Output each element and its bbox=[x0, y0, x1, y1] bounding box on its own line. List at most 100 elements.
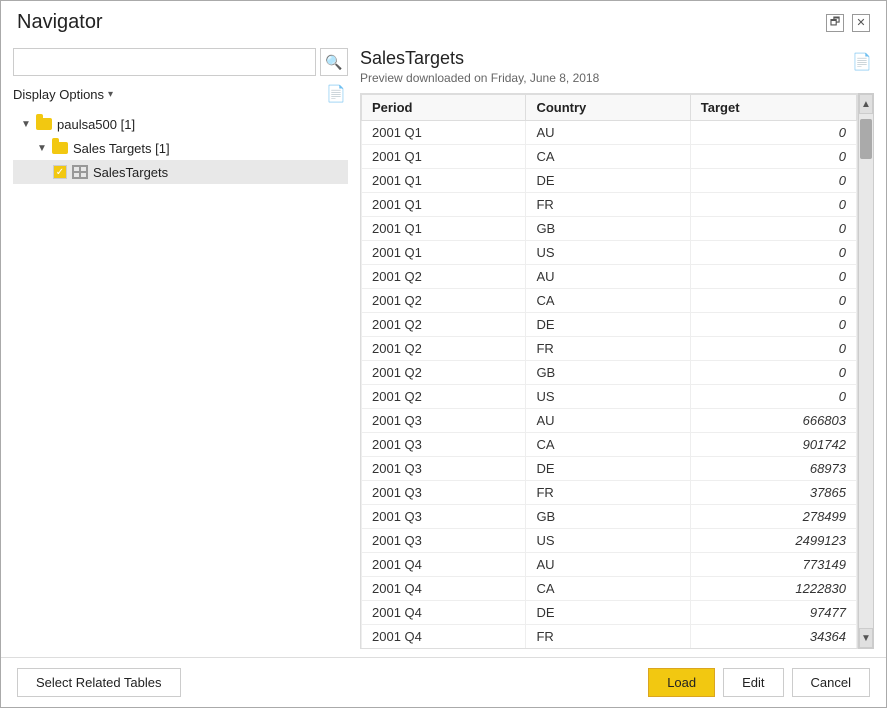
display-options-button[interactable]: Display Options ▾ bbox=[13, 87, 113, 102]
table-cell: 0 bbox=[690, 217, 856, 241]
table-row: 2001 Q2FR0 bbox=[362, 337, 857, 361]
close-button[interactable]: ✕ bbox=[852, 14, 870, 32]
search-button[interactable]: 🔍 bbox=[320, 48, 348, 76]
search-input[interactable] bbox=[13, 48, 316, 76]
table-container[interactable]: Period Country Target 2001 Q1AU02001 Q1C… bbox=[360, 93, 858, 649]
table-cell: 2001 Q3 bbox=[362, 529, 526, 553]
table-row: 2001 Q2US0 bbox=[362, 385, 857, 409]
table-cell: 278499 bbox=[690, 505, 856, 529]
table-row: 2001 Q2AU0 bbox=[362, 265, 857, 289]
table-cell: 0 bbox=[690, 361, 856, 385]
table-row: 2001 Q3CA901742 bbox=[362, 433, 857, 457]
table-row: 2001 Q2GB0 bbox=[362, 361, 857, 385]
table-cell: 0 bbox=[690, 241, 856, 265]
scroll-down-button[interactable]: ▼ bbox=[859, 628, 873, 648]
table-cell: CA bbox=[526, 433, 690, 457]
table-cell: FR bbox=[526, 193, 690, 217]
table-row: 2001 Q4AU773149 bbox=[362, 553, 857, 577]
footer-left: Select Related Tables bbox=[17, 668, 181, 697]
page-icon-button[interactable]: 📄 bbox=[324, 82, 348, 106]
table-cell: FR bbox=[526, 337, 690, 361]
tree-item-sales-targets[interactable]: ▼ Sales Targets [1] bbox=[13, 136, 348, 160]
table-cell: 0 bbox=[690, 289, 856, 313]
table-row: 2001 Q1DE0 bbox=[362, 169, 857, 193]
scrollbar[interactable]: ▲ ▼ bbox=[858, 93, 874, 649]
table-cell: AU bbox=[526, 553, 690, 577]
table-cell: 0 bbox=[690, 313, 856, 337]
table-cell: GB bbox=[526, 361, 690, 385]
table-row: 2001 Q3GB278499 bbox=[362, 505, 857, 529]
tree-label-sales-targets-table: SalesTargets bbox=[93, 165, 168, 180]
scroll-up-button[interactable]: ▲ bbox=[859, 94, 873, 114]
table-cell: 2001 Q1 bbox=[362, 145, 526, 169]
table-cell: 0 bbox=[690, 265, 856, 289]
table-cell: DE bbox=[526, 601, 690, 625]
table-cell: 2001 Q4 bbox=[362, 577, 526, 601]
table-row: 2001 Q1CA0 bbox=[362, 145, 857, 169]
navigator-dialog: Navigator 🗗 ✕ 🔍 Display Options ▾ 📄 bbox=[0, 0, 887, 708]
window-controls: 🗗 ✕ bbox=[826, 14, 870, 32]
preview-header: SalesTargets Preview downloaded on Frida… bbox=[360, 48, 874, 85]
table-cell: 2001 Q1 bbox=[362, 121, 526, 145]
right-panel: SalesTargets Preview downloaded on Frida… bbox=[360, 48, 874, 649]
table-cell: 37865 bbox=[690, 481, 856, 505]
load-button[interactable]: Load bbox=[648, 668, 715, 697]
preview-icon-button[interactable]: 📄 bbox=[850, 50, 874, 74]
table-cell: 2001 Q2 bbox=[362, 313, 526, 337]
table-cell: GB bbox=[526, 217, 690, 241]
col-period: Period bbox=[362, 95, 526, 121]
table-cell: DE bbox=[526, 457, 690, 481]
table-cell: 68973 bbox=[690, 457, 856, 481]
table-cell: 666803 bbox=[690, 409, 856, 433]
table-row: 2001 Q4CA1222830 bbox=[362, 577, 857, 601]
checkbox-checked-icon[interactable]: ✓ bbox=[53, 165, 67, 179]
table-cell: 0 bbox=[690, 169, 856, 193]
cancel-button[interactable]: Cancel bbox=[792, 668, 870, 697]
right-content: Period Country Target 2001 Q1AU02001 Q1C… bbox=[360, 93, 874, 649]
footer: Select Related Tables Load Edit Cancel bbox=[1, 657, 886, 707]
restore-button[interactable]: 🗗 bbox=[826, 14, 844, 32]
display-options-label: Display Options bbox=[13, 87, 104, 102]
left-panel: 🔍 Display Options ▾ 📄 ▼ bbox=[13, 48, 348, 649]
tree-label-paulsa500: paulsa500 [1] bbox=[57, 117, 135, 132]
table-cell: CA bbox=[526, 577, 690, 601]
table-cell: FR bbox=[526, 625, 690, 649]
table-row: 2001 Q4DE97477 bbox=[362, 601, 857, 625]
edit-button[interactable]: Edit bbox=[723, 668, 783, 697]
search-row: 🔍 bbox=[13, 48, 348, 76]
table-row: 2001 Q3FR37865 bbox=[362, 481, 857, 505]
tree-item-paulsa500[interactable]: ▼ paulsa500 [1] bbox=[13, 112, 348, 136]
table-row: 2001 Q2CA0 bbox=[362, 289, 857, 313]
table-cell: 2001 Q4 bbox=[362, 625, 526, 649]
preview-title: SalesTargets bbox=[360, 48, 599, 69]
tree-area: ▼ paulsa500 [1] ▼ Sales Targets [1] bbox=[13, 112, 348, 649]
tree-item-sales-targets-table[interactable]: ✓ SalesTargets bbox=[13, 160, 348, 184]
folder-icon bbox=[35, 115, 53, 133]
table-cell: 2001 Q2 bbox=[362, 289, 526, 313]
page-icon: 📄 bbox=[326, 84, 346, 104]
table-cell: 1222830 bbox=[690, 577, 856, 601]
select-related-tables-button[interactable]: Select Related Tables bbox=[17, 668, 181, 697]
table-cell: 2001 Q3 bbox=[362, 505, 526, 529]
table-row: 2001 Q1US0 bbox=[362, 241, 857, 265]
table-row: 2001 Q3AU666803 bbox=[362, 409, 857, 433]
table-cell: 0 bbox=[690, 145, 856, 169]
preview-page-icon: 📄 bbox=[852, 54, 872, 71]
table-cell: 2001 Q2 bbox=[362, 361, 526, 385]
table-cell: 2001 Q3 bbox=[362, 481, 526, 505]
scroll-thumb[interactable] bbox=[860, 119, 872, 159]
table-row: 2001 Q3US2499123 bbox=[362, 529, 857, 553]
table-cell: 2499123 bbox=[690, 529, 856, 553]
title-bar: Navigator 🗗 ✕ bbox=[1, 1, 886, 40]
table-cell: AU bbox=[526, 265, 690, 289]
table-cell: 34364 bbox=[690, 625, 856, 649]
table-icon bbox=[71, 163, 89, 181]
tree-label-sales-targets: Sales Targets [1] bbox=[73, 141, 170, 156]
table-row: 2001 Q4FR34364 bbox=[362, 625, 857, 649]
table-cell: US bbox=[526, 529, 690, 553]
table-cell: 2001 Q2 bbox=[362, 265, 526, 289]
tree-toggle-icon-2: ▼ bbox=[37, 143, 51, 154]
table-cell: 2001 Q1 bbox=[362, 169, 526, 193]
table-cell: 0 bbox=[690, 385, 856, 409]
table-row: 2001 Q4GB246364 bbox=[362, 649, 857, 650]
